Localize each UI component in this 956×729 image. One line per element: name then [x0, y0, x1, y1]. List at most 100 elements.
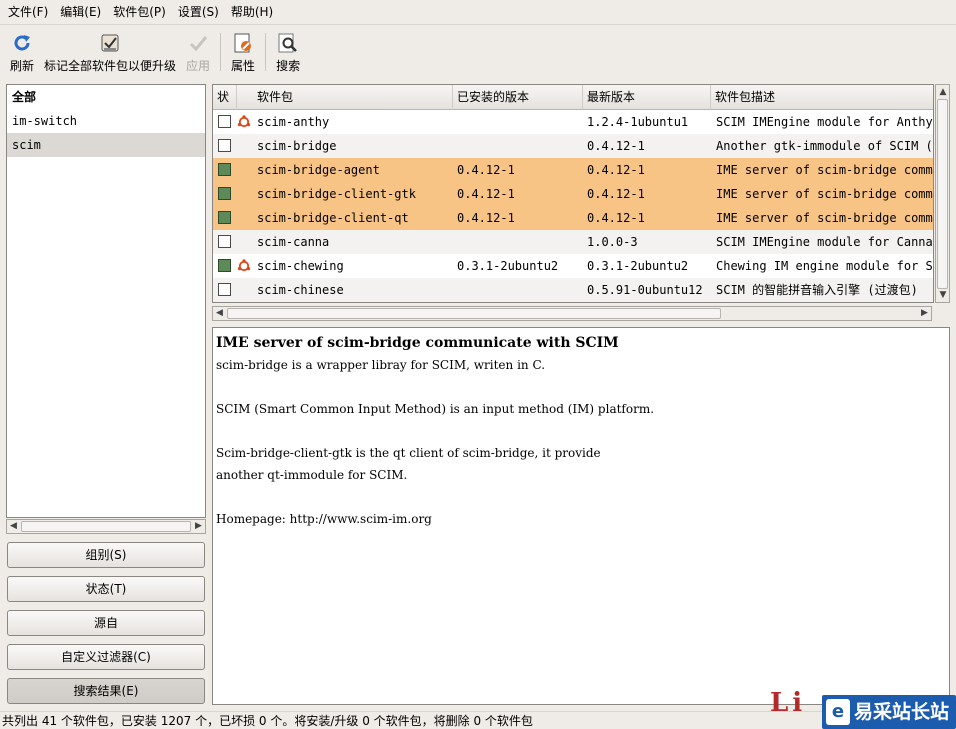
installed-version: 0.4.12-1 — [457, 211, 515, 225]
scroll-left-icon[interactable]: ◀ — [214, 308, 225, 319]
install-checkbox[interactable] — [218, 115, 231, 128]
column-header-status[interactable]: 状 — [213, 85, 237, 110]
column-header-package[interactable]: 软件包 — [253, 85, 453, 110]
properties-button[interactable]: 属性 — [231, 25, 255, 75]
checkmark-icon — [186, 31, 210, 55]
install-checkbox[interactable] — [218, 259, 231, 272]
scrollbar-thumb[interactable] — [227, 308, 721, 319]
table-row[interactable]: scim-chinese 0.5.91-0ubuntu12 SCIM 的智能拼音输入… — [213, 278, 933, 302]
column-header-latest-version[interactable]: 最新版本 — [583, 85, 711, 110]
package-name: scim-canna — [257, 235, 330, 249]
install-checkbox[interactable] — [218, 283, 231, 296]
search-button[interactable]: 搜索 — [276, 25, 300, 75]
scrollbar-thumb[interactable] — [21, 521, 191, 532]
filter-item-scim[interactable]: scim — [7, 133, 205, 157]
menu-package[interactable]: 软件包(P) — [109, 2, 170, 22]
table-row[interactable]: scim-canna 1.0.0-3 SCIM IMEngine module fo… — [213, 230, 933, 254]
table-row[interactable]: scim-bridge 0.4.12-1 Another gtk-immodule … — [213, 134, 933, 158]
installed-version — [457, 134, 583, 158]
description-line: SCIM (Smart Common Input Method) is an i… — [216, 402, 655, 416]
latest-version: 1.2.4-1ubuntu1 — [587, 115, 689, 129]
toolbar: 刷新 标记全部软件包以便升级 应用 属性 搜索 — [0, 24, 956, 76]
installed-version — [457, 230, 583, 254]
apply-label: 应用 — [186, 59, 211, 73]
package-table-horizontal-scrollbar[interactable]: ◀ ▶ — [212, 306, 932, 321]
search-icon — [276, 31, 300, 55]
filter-item-im-switch[interactable]: im-switch — [7, 109, 205, 133]
watermark-text: 易采站长站 — [854, 701, 950, 723]
latest-version: 1.0.0-3 — [587, 235, 638, 249]
install-checkbox[interactable] — [218, 139, 231, 152]
scroll-down-icon[interactable]: ▼ — [937, 289, 949, 301]
package-description: Another gtk-immodule of SCIM (transi — [716, 139, 933, 153]
filter-list-horizontal-scrollbar[interactable]: ◀ ▶ — [6, 519, 206, 534]
install-checkbox[interactable] — [218, 187, 231, 200]
column-header-description[interactable]: 软件包描述 — [711, 85, 933, 110]
menu-settings[interactable]: 设置(S) — [174, 2, 223, 22]
install-checkbox[interactable] — [218, 211, 231, 224]
description-line: Scim-bridge-client-gtk is the qt client … — [216, 446, 601, 460]
installed-version: 0.3.1-2ubuntu2 — [457, 259, 559, 273]
package-description: IME server of scim-bridge communicat — [716, 211, 933, 225]
upgrade-icon — [98, 31, 122, 55]
package-name: scim-bridge-agent — [257, 163, 380, 177]
table-row[interactable]: scim-chewing 0.3.1-2ubuntu2 0.3.1-2ubuntu2… — [213, 254, 934, 278]
installed-version: 0.4.12-1 — [457, 163, 515, 177]
scroll-right-icon[interactable]: ▶ — [919, 308, 930, 319]
table-header: 状 软件包 已安装的版本 最新版本 软件包描述 — [213, 85, 933, 110]
package-name: scim-bridge-client-gtk — [257, 187, 416, 201]
menu-edit[interactable]: 编辑(E) — [56, 2, 105, 22]
scrollbar-thumb[interactable] — [937, 99, 948, 289]
install-checkbox[interactable] — [218, 235, 231, 248]
description-line — [216, 486, 946, 508]
package-description: IME server of scim-bridge communicat — [716, 163, 933, 177]
toolbar-separator — [220, 33, 222, 71]
package-description-pane: IME server of scim-bridge communicate wi… — [212, 327, 950, 705]
scroll-left-icon[interactable]: ◀ — [8, 521, 19, 532]
custom-filters-button[interactable]: 自定义过滤器(C) — [7, 644, 205, 670]
filter-list: 全部 im-switch scim — [6, 84, 206, 518]
package-description: SCIM 的智能拼音输入引擎 (过渡包) — [716, 283, 918, 297]
package-name: scim-chewing — [257, 259, 344, 273]
column-header-installed-version[interactable]: 已安装的版本 — [453, 85, 583, 110]
apply-button[interactable]: 应用 — [186, 25, 210, 75]
status-button[interactable]: 状态(T) — [7, 576, 205, 602]
origin-button[interactable]: 源自 — [7, 610, 205, 636]
install-checkbox[interactable] — [218, 163, 231, 176]
table-row[interactable]: scim-bridge-agent 0.4.12-1 0.4.12-1 IME ser… — [213, 158, 933, 182]
search-results-button[interactable]: 搜索结果(E) — [7, 678, 205, 704]
menu-bar: 文件(F) 编辑(E) 软件包(P) 设置(S) 帮助(H) — [0, 0, 956, 24]
description-title: IME server of scim-bridge communicate wi… — [216, 335, 619, 351]
latest-version: 0.3.1-2ubuntu2 — [587, 259, 689, 273]
ubuntu-icon — [237, 115, 251, 129]
description-homepage[interactable]: Homepage: http://www.scim-im.org — [216, 508, 946, 530]
scroll-right-icon[interactable]: ▶ — [193, 521, 204, 532]
latest-version: 0.4.12-1 — [587, 163, 645, 177]
refresh-label: 刷新 — [10, 59, 35, 73]
scroll-up-icon[interactable]: ▲ — [937, 86, 949, 98]
watermark: Li e 易采站长站 — [770, 688, 956, 729]
menu-file[interactable]: 文件(F) — [4, 2, 52, 22]
table-row[interactable]: scim-bridge-client-qt 0.4.12-1 0.4.12-1 IME… — [213, 206, 933, 230]
mark-all-upgrades-button[interactable]: 标记全部软件包以便升级 — [44, 25, 176, 75]
properties-icon — [231, 31, 255, 55]
package-table-vertical-scrollbar[interactable]: ▲ ▼ — [935, 84, 950, 303]
package-description: Chewing IM engine module for SCIM — [716, 259, 934, 273]
watermark-badge: e 易采站长站 — [822, 695, 956, 729]
sections-button[interactable]: 组别(S) — [7, 542, 205, 568]
latest-version: 0.4.12-1 — [587, 187, 645, 201]
installed-version: 0.4.12-1 — [457, 187, 515, 201]
latest-version: 0.4.12-1 — [587, 139, 645, 153]
watermark-partial-logo: Li — [770, 688, 807, 718]
search-label: 搜索 — [276, 59, 301, 73]
latest-version: 0.4.12-1 — [587, 211, 645, 225]
package-name: scim-chinese — [257, 283, 344, 297]
description-line — [216, 376, 946, 398]
table-row[interactable]: scim-bridge-client-gtk 0.4.12-1 0.4.12-1 IM… — [213, 182, 933, 206]
table-row[interactable]: scim-anthy 1.2.4-1ubuntu1 SCIM IMEngine mo… — [213, 110, 933, 134]
refresh-button[interactable]: 刷新 — [10, 25, 34, 75]
menu-help[interactable]: 帮助(H) — [227, 2, 277, 22]
mark-all-upgrades-label: 标记全部软件包以便升级 — [44, 59, 177, 73]
package-table: 状 软件包 已安装的版本 最新版本 软件包描述 scim-anthy 1.2.4-… — [212, 84, 934, 303]
filter-item-all[interactable]: 全部 — [7, 85, 205, 109]
